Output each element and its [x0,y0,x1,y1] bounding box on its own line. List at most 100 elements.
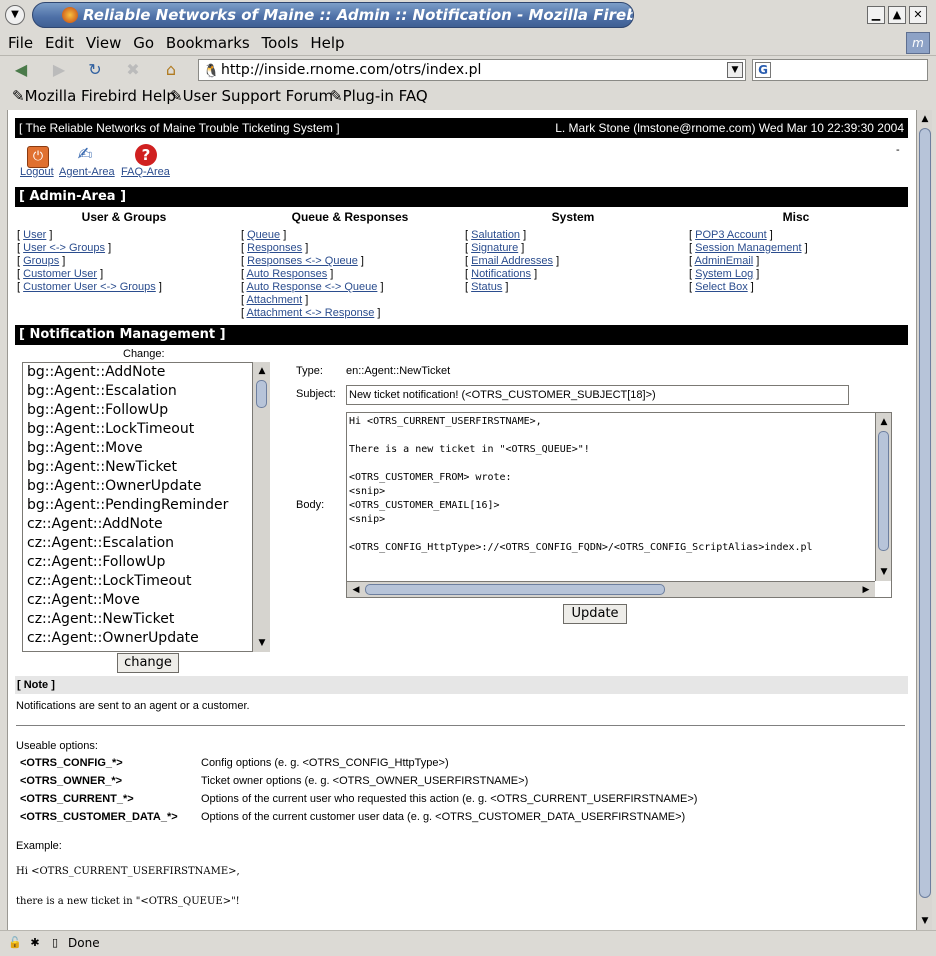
bookmark-plugin-faq[interactable]: ✎ Plug-in FAQ [330,84,428,108]
body-vertical-scrollbar[interactable]: ▲ ▼ [875,413,891,581]
bracket: ] [357,255,364,267]
forward-arrow-icon[interactable]: ▶ [48,60,70,80]
notification-list-item[interactable]: bg::Agent::LockTimeout [23,420,269,439]
page-scroll-down-icon[interactable]: ▼ [918,914,932,928]
example-line: Hi <OTRS_CURRENT_USERFIRSTNAME>, [16,866,240,877]
url-text: http://inside.rnome.com/otrs/index.pl [221,62,482,78]
option-desc: Options of the current user who requeste… [201,793,698,805]
body-scroll-down-icon[interactable]: ▼ [877,565,891,579]
list-scroll-down-icon[interactable]: ▼ [255,636,269,650]
notification-list-item[interactable]: cz::Agent::Move [23,591,269,610]
agent-area-icon[interactable]: ✍ [74,144,96,166]
url-bar[interactable]: 🐧 http://inside.rnome.com/otrs/index.pl … [198,59,746,81]
admin-link[interactable]: Salutation [471,229,520,241]
body-hscroll-thumb[interactable] [365,584,665,595]
reload-icon[interactable]: ↻ [84,60,106,80]
agent-area-link[interactable]: Agent-Area [59,166,115,178]
site-icon: 🐧 [203,64,220,79]
admin-link[interactable]: Customer User <-> Groups [23,281,156,293]
notification-list-item[interactable]: cz::Agent::NewTicket [23,610,269,629]
admin-link[interactable]: Attachment <-> Response [247,307,375,319]
admin-link[interactable]: Responses [247,242,302,254]
notification-list-item[interactable]: cz::Agent::AddNote [23,515,269,534]
notification-list[interactable]: bg::Agent::AddNote bg::Agent::Escalation b… [22,362,270,652]
change-button[interactable]: change [117,653,179,673]
body-scroll-left-icon[interactable]: ◀ [349,583,363,597]
search-input[interactable]: G [752,59,928,81]
notification-list-item[interactable]: bg::Agent::FollowUp [23,401,269,420]
body-vscroll-thumb[interactable] [878,431,889,551]
bookmark-firebird-help[interactable]: ✎ Mozilla Firebird Help [12,84,176,108]
admin-link[interactable]: Customer User [23,268,97,280]
body-textarea[interactable]: Hi <OTRS_CURRENT_USERFIRSTNAME>, There i… [346,412,892,598]
menu-bookmarks[interactable]: Bookmarks [166,30,250,56]
admin-link[interactable]: User [23,229,46,241]
body-scroll-right-icon[interactable]: ▶ [859,583,873,597]
window-menu-button[interactable]: ▼ [5,5,25,25]
faq-area-link[interactable]: FAQ-Area [121,166,170,178]
notification-list-item[interactable]: cz::Agent::OwnerUpdate [23,629,269,648]
menu-edit[interactable]: Edit [45,30,74,56]
admin-link-line: [ Attachment ] [241,294,308,306]
admin-link[interactable]: Groups [23,255,59,267]
menu-file[interactable]: File [8,30,33,56]
bracket: ] [46,229,53,241]
admin-link[interactable]: POP3 Account [695,229,767,241]
menu-help[interactable]: Help [310,30,344,56]
admin-link[interactable]: Email Addresses [471,255,553,267]
faq-help-icon[interactable]: ? [135,144,157,166]
notification-list-item[interactable]: bg::Agent::OwnerUpdate [23,477,269,496]
maximize-button[interactable]: ▲ [888,6,906,24]
notification-list-item[interactable]: cz::Agent::Escalation [23,534,269,553]
notification-list-item[interactable]: bg::Agent::Escalation [23,382,269,401]
menu-go[interactable]: Go [133,30,154,56]
page-scroll-up-icon[interactable]: ▲ [918,112,932,126]
url-dropdown-icon[interactable]: ▼ [727,62,743,78]
admin-link[interactable]: Signature [471,242,518,254]
admin-link[interactable]: Attachment [247,294,303,306]
bracket: ] [327,268,334,280]
notification-list-item[interactable]: bg::Agent::PendingReminder [23,496,269,515]
notification-list-item[interactable]: bg::Agent::Move [23,439,269,458]
stop-icon[interactable]: ✖ [122,60,144,80]
page-vertical-scrollbar[interactable]: ▲ ▼ [916,110,932,930]
logout-link[interactable]: Logout [20,166,54,178]
list-scroll-up-icon[interactable]: ▲ [255,364,269,378]
admin-link[interactable]: Session Management [695,242,801,254]
admin-link[interactable]: Responses <-> Queue [247,255,358,267]
logout-icon[interactable]: ⏻ [27,146,49,168]
admin-link[interactable]: Auto Response <-> Queue [247,281,378,293]
minimize-button[interactable]: ▁ [867,6,885,24]
admin-link-line: [ Queue ] [241,229,286,241]
close-button[interactable]: ✕ [909,6,927,24]
google-search-icon[interactable]: G [755,62,771,78]
notification-list-item[interactable]: cz::Agent::LockTimeout [23,572,269,591]
body-horizontal-scrollbar[interactable]: ◀ ▶ [347,581,875,597]
notification-list-scrollbar[interactable]: ▲ ▼ [252,362,270,652]
menu-tools[interactable]: Tools [262,30,299,56]
bookmark-user-support-forum[interactable]: ✎ User Support Forum [170,84,333,108]
admin-link[interactable]: Select Box [695,281,748,293]
admin-link[interactable]: Notifications [471,268,531,280]
notification-list-item[interactable]: bg::Agent::NewTicket [23,458,269,477]
option-desc: Ticket owner options (e. g. <OTRS_OWNER_… [201,775,529,787]
admin-link[interactable]: System Log [695,268,753,280]
admin-link[interactable]: User <-> Groups [23,242,105,254]
body-scroll-up-icon[interactable]: ▲ [877,415,891,429]
page-scroll-thumb[interactable] [919,128,931,898]
subject-input[interactable]: New ticket notification! (<OTRS_CUSTOMER… [346,385,849,405]
admin-link-line: [ Customer User ] [17,268,103,280]
admin-link[interactable]: Queue [247,229,280,241]
admin-link[interactable]: Auto Responses [247,268,328,280]
list-scroll-thumb[interactable] [256,380,267,408]
user-info: L. Mark Stone (lmstone@rnome.com) Wed Ma… [555,121,904,135]
option-desc: Options of the current customer user dat… [201,811,686,823]
menu-view[interactable]: View [86,30,122,56]
back-arrow-icon[interactable]: ◀ [10,60,32,80]
admin-link[interactable]: AdminEmail [695,255,754,267]
notification-list-item[interactable]: bg::Agent::AddNote [23,363,269,382]
admin-link[interactable]: Status [471,281,502,293]
update-button[interactable]: Update [563,604,627,624]
home-icon[interactable]: ⌂ [160,60,182,80]
notification-list-item[interactable]: cz::Agent::FollowUp [23,553,269,572]
